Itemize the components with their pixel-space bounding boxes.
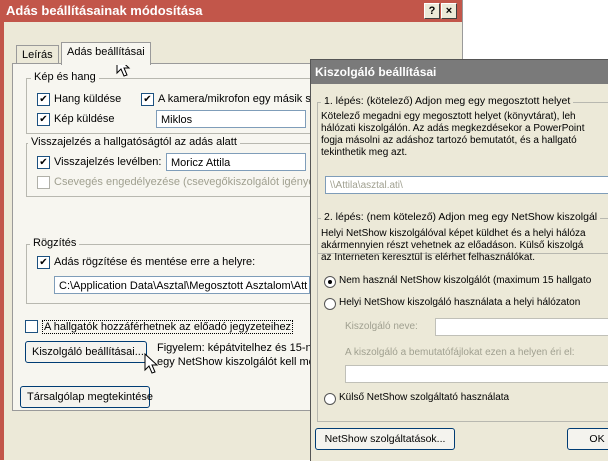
- record-path-field[interactable]: C:\Application Data\Asztal\Megosztott As…: [54, 276, 310, 294]
- server-settings-button[interactable]: Kiszolgáló beállításai...: [25, 341, 147, 363]
- step1-text-line-2: hálózati kiszolgálón. Az adás megkezdése…: [321, 123, 585, 134]
- picture-source-field[interactable]: Miklos: [156, 110, 306, 128]
- tab-description[interactable]: Leírás: [16, 45, 59, 64]
- step2-text-line-2: akármennyien részt vehetnek az előadáson…: [321, 240, 584, 251]
- server-path-field[interactable]: [345, 365, 608, 383]
- step2-text-line-3: az Interneten keresztül is elérhet felha…: [321, 252, 536, 263]
- send-sound-label: Hang küldése: [54, 93, 122, 105]
- chat-checkbox[interactable]: [37, 176, 50, 189]
- server-dialog-title: Kiszolgáló beállításai: [315, 65, 437, 79]
- step1-text-line-1: Kötelező megadni egy megosztott helyet (…: [321, 111, 576, 122]
- server-name-label: Kiszolgáló neve:: [345, 321, 418, 332]
- notes-access-checkbox[interactable]: [25, 320, 38, 333]
- close-button[interactable]: ×: [441, 3, 457, 19]
- email-feedback-label: Visszajelzés levélben:: [54, 156, 162, 168]
- server-settings-dialog: Kiszolgáló beállításai 1. lépés: (kötele…: [310, 59, 608, 461]
- email-feedback-field[interactable]: Moricz Attila: [166, 153, 306, 171]
- tab-broadcast-settings[interactable]: Adás beállításai: [61, 42, 151, 65]
- ok-button[interactable]: OK: [567, 428, 608, 450]
- server-path-label: A kiszolgáló a bemutatófájlokat ezen a h…: [345, 347, 575, 358]
- picture-sound-group-label: Kép és hang: [31, 71, 99, 83]
- step1-text-line-3: fogja másolni az adáshoz tartozó bemutat…: [321, 135, 577, 146]
- notes-access-label: A hallgatók hozzáférhetnek az előadó jeg…: [42, 320, 294, 334]
- netshow-services-button[interactable]: NetShow szolgáltatások...: [315, 428, 455, 450]
- window-edge: [0, 22, 4, 460]
- main-title-bar[interactable]: Adás beállításainak módosítása ? ×: [0, 0, 462, 22]
- step1-label: 1. lépés: (kötelező) Adjon meg egy megos…: [321, 95, 574, 107]
- step2-text-line-1: Helyi NetShow kiszolgálóval képet küldhe…: [321, 228, 586, 239]
- send-picture-label: Kép küldése: [54, 113, 115, 125]
- send-sound-checkbox[interactable]: ✔: [37, 93, 50, 106]
- step1-text-line-4: tekinthetik meg azt.: [321, 147, 408, 158]
- option-no-netshow-label: Nem használ NetShow kiszolgálót (maximum…: [339, 275, 592, 286]
- mouse-pointer-icon: [144, 353, 159, 374]
- recording-group: [26, 244, 318, 304]
- recording-group-label: Rögzítés: [30, 237, 80, 249]
- help-button[interactable]: ?: [424, 3, 440, 19]
- shared-path-field[interactable]: \\Attila\asztal.ati\: [325, 176, 608, 194]
- option-local-netshow-label: Helyi NetShow kiszolgáló használata a he…: [339, 297, 581, 308]
- option-external-netshow-radio[interactable]: [324, 393, 336, 405]
- step2-label: 2. lépés: (nem kötelező) Adjon meg egy N…: [321, 211, 601, 223]
- server-title-bar[interactable]: Kiszolgáló beállításai: [311, 60, 608, 84]
- record-label: Adás rögzítése és mentése erre a helyre:: [54, 256, 256, 268]
- send-picture-checkbox[interactable]: ✔: [37, 113, 50, 126]
- lobby-button[interactable]: Társalgólap megtekintése: [20, 386, 153, 408]
- warning-line-1: Figyelem: képátvitelhez és 15-n: [157, 342, 312, 354]
- option-external-netshow-label: Külső NetShow szolgáltató használata: [339, 392, 510, 403]
- server-name-field[interactable]: [435, 318, 608, 336]
- camera-label: A kamera/mikrofon egy másik sz: [158, 93, 317, 105]
- record-checkbox[interactable]: ✔: [37, 256, 50, 269]
- option-local-netshow-radio[interactable]: [324, 298, 336, 310]
- email-feedback-checkbox[interactable]: ✔: [37, 156, 50, 169]
- warning-line-2: egy NetShow kiszolgálót kell me: [157, 356, 315, 368]
- feedback-group-label: Visszajelzés a hallgatóságtól az adás al…: [28, 136, 240, 148]
- camera-checkbox[interactable]: ✔: [141, 93, 154, 106]
- option-no-netshow-radio[interactable]: [324, 276, 336, 288]
- main-dialog-title: Adás beállításainak módosítása: [6, 3, 203, 18]
- chat-label: Csevegés engedélyezése (csevegőkiszolgál…: [54, 176, 315, 188]
